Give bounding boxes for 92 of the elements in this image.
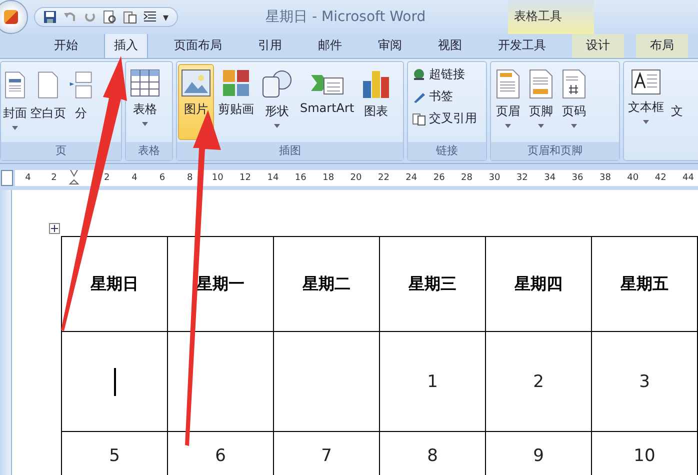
table-cell: 7: [274, 432, 380, 475]
ribbon-tab[interactable]: 布局: [636, 32, 688, 58]
ribbon-button[interactable]: 形状: [258, 64, 296, 140]
paste-icon[interactable]: [123, 10, 137, 24]
ribbon-tab[interactable]: 开始: [44, 32, 88, 58]
cover-page-icon: [3, 69, 27, 101]
ruler-number: 14: [266, 173, 280, 183]
ribbon-tab[interactable]: 审阅: [368, 32, 412, 58]
customize-toolbar-button[interactable]: ▾: [163, 10, 169, 24]
ruler-number: 10: [210, 173, 224, 183]
ribbon-button[interactable]: 超链接: [409, 64, 480, 85]
table-header-cell: 星期四: [486, 237, 592, 332]
save-icon[interactable]: [43, 10, 57, 24]
group-label: 页眉和页脚: [491, 142, 619, 160]
ruler-number: 42: [654, 173, 668, 183]
ruler-number: 44: [682, 173, 695, 183]
ribbon-tab[interactable]: 邮件: [308, 32, 352, 58]
table-cell: 3: [592, 332, 698, 432]
office-button[interactable]: [0, 0, 28, 34]
shapes-icon: [261, 69, 293, 99]
ribbon-button[interactable]: 分: [68, 64, 94, 140]
table-icon: [130, 69, 160, 97]
indent-marker-icon[interactable]: [69, 170, 79, 186]
print-preview-icon[interactable]: [103, 10, 117, 24]
group-label: 页: [1, 142, 121, 160]
footer-icon: [528, 69, 554, 99]
ribbon-tab[interactable]: 开发工具: [488, 32, 556, 58]
ruler-number: 30: [488, 173, 502, 183]
ruler-number: 28: [460, 173, 474, 183]
ribbon-tab[interactable]: 设计: [572, 32, 624, 58]
table-move-handle-icon[interactable]: [49, 223, 60, 234]
ribbon-tab[interactable]: 页面布局: [164, 32, 232, 58]
ribbon-button[interactable]: 空白页: [29, 64, 67, 140]
ruler-number: 4: [24, 173, 32, 183]
ruler-number: 22: [376, 173, 390, 183]
context-tab-group-label: 表格工具: [508, 0, 594, 34]
table-header-cell: 星期三: [380, 237, 486, 332]
group-label: 链接: [408, 142, 486, 160]
ruler-number: 20: [349, 173, 363, 183]
globe-icon: [412, 68, 426, 82]
ribbon-button[interactable]: 交叉引用: [409, 108, 480, 129]
paragraph-icon[interactable]: [143, 10, 157, 24]
group-label: 插图: [177, 142, 403, 160]
picture-icon: [181, 69, 211, 97]
clip-art-icon: [221, 69, 251, 97]
ribbon-tab[interactable]: 引用: [248, 32, 292, 58]
window-title: 星期日 - Microsoft Word: [266, 8, 426, 26]
table-cell: 9: [486, 432, 592, 475]
ribbon-tab[interactable]: 插入: [104, 32, 148, 58]
blank-page-icon: [36, 69, 60, 101]
ribbon-button[interactable]: 文本框: [625, 64, 667, 140]
text-box-icon: [631, 69, 661, 95]
ribbon-button[interactable]: 表格: [127, 64, 163, 140]
ruler-number: 8: [186, 173, 194, 183]
ruler-number: 16: [294, 173, 308, 183]
ruler-number: 36: [570, 173, 584, 183]
ruler-tab-selector[interactable]: [1, 170, 13, 186]
table-header-cell: 星期二: [274, 237, 380, 332]
ruler-number: 18: [322, 173, 336, 183]
table-cell: 10: [592, 432, 698, 475]
ruler-number: 32: [515, 173, 529, 183]
ruler-number: 2: [102, 173, 111, 183]
ribbon-button[interactable]: 页眉: [492, 64, 524, 140]
page-break-icon: [69, 69, 93, 101]
ribbon-button[interactable]: 文: [668, 64, 686, 140]
ribbon-tab[interactable]: 视图: [428, 32, 472, 58]
header-icon: [495, 69, 521, 99]
ruler-number: 4: [130, 173, 138, 183]
ribbon-button[interactable]: 图表: [358, 64, 394, 140]
ribbon-button[interactable]: 页脚: [525, 64, 557, 140]
group-label: 表格: [126, 142, 172, 160]
ruler-number: 6: [158, 173, 166, 183]
cross-reference-icon: [412, 112, 426, 126]
table-cell: 8: [380, 432, 486, 475]
ruler-number: 40: [626, 173, 640, 183]
ruler-number: 26: [432, 173, 446, 183]
ribbon-button[interactable]: SmartArt: [297, 64, 358, 140]
ribbon-button[interactable]: 页码: [558, 64, 590, 140]
page-number-icon: [561, 69, 587, 99]
table-cell: 2: [486, 332, 592, 432]
ruler-number: 34: [543, 173, 557, 183]
ruler-number: 2: [50, 173, 58, 183]
table-cell: 1: [380, 332, 486, 432]
ribbon-button[interactable]: 封面: [2, 64, 28, 140]
table-header-cell: 星期五: [592, 237, 698, 332]
ruler-number: 24: [404, 173, 418, 183]
ribbon-button[interactable]: 书签: [409, 86, 480, 107]
ruler-number: 12: [238, 173, 252, 183]
table-cell: 5: [62, 432, 168, 475]
ribbon-button[interactable]: 剪贴画: [215, 64, 257, 140]
ruler-number: 38: [598, 173, 612, 183]
bar-chart-icon: [361, 69, 392, 99]
